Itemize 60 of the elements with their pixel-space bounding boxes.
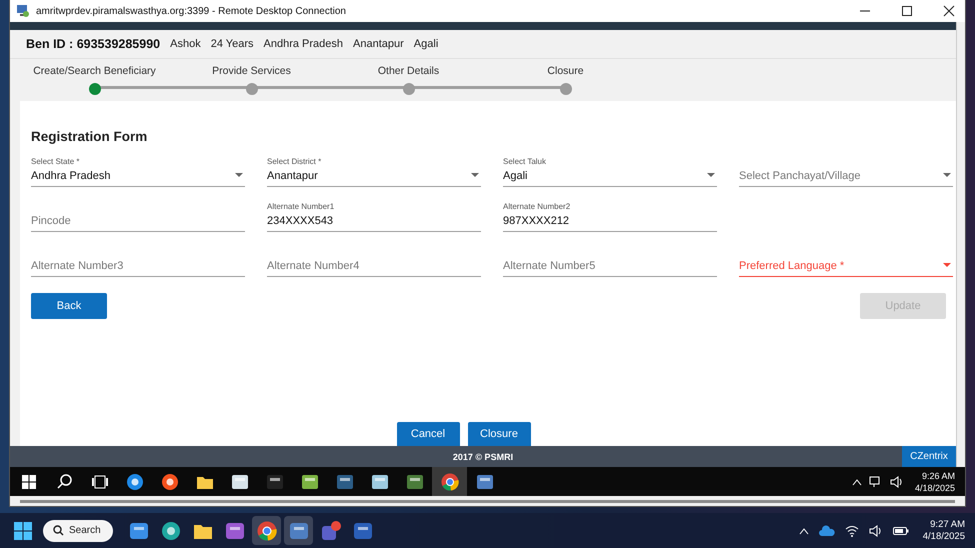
task-view-icon (90, 472, 108, 490)
taskbar-button[interactable] (432, 467, 467, 496)
clock-date[interactable]: 4/18/2025 (914, 482, 955, 494)
taskbar-button[interactable] (252, 516, 281, 545)
beneficiary-detail: Andhra Pradesh (264, 38, 344, 50)
taskbar-button[interactable] (284, 516, 313, 545)
clock-date[interactable]: 4/18/2025 (922, 530, 965, 542)
maximize-button[interactable] (901, 5, 913, 17)
beneficiary-id: Ben ID : 693539285990 (26, 37, 160, 51)
step-marker[interactable] (402, 83, 414, 95)
remote-desktop-icon (16, 4, 30, 18)
input-field[interactable]: Alternate Number3 (31, 240, 245, 277)
volume-icon[interactable] (868, 524, 883, 536)
copyright-text: 2017 © PSMRI (452, 452, 514, 462)
vertical-scrollbar[interactable] (956, 22, 965, 467)
search-icon (53, 525, 64, 536)
step-label: Other Details (378, 65, 440, 77)
step-label: Create/Search Beneficiary (33, 65, 156, 77)
chrome-icon (440, 472, 458, 490)
cloud-icon[interactable] (818, 524, 835, 536)
dropdown-field[interactable]: Select State * Andhra Pradesh (31, 150, 245, 187)
step-marker[interactable] (88, 83, 100, 95)
clock-time[interactable]: 9:27 AM (930, 518, 965, 530)
input-field[interactable]: Pincode (31, 195, 245, 232)
back-button[interactable]: Back (31, 293, 107, 319)
chevron-up-icon[interactable] (852, 478, 862, 486)
search-label: Search (69, 525, 101, 536)
form-title: Registration Form (31, 129, 148, 144)
cancel-button[interactable]: Cancel (396, 422, 460, 446)
step-marker[interactable] (560, 83, 572, 95)
input-field[interactable]: Alternate Number1 234XXXX543 (267, 195, 481, 232)
clock-time[interactable]: 9:26 AM (922, 470, 955, 482)
step-label: Closure (547, 65, 584, 77)
start-button[interactable] (14, 522, 32, 540)
close-button[interactable] (943, 5, 955, 17)
beneficiary-detail: Agali (414, 38, 438, 50)
closure-button[interactable]: Closure (468, 422, 530, 446)
beneficiary-detail: Anantapur (353, 38, 404, 50)
battery-icon[interactable] (892, 526, 909, 536)
dropdown-field[interactable]: Select Panchayat/Village (739, 150, 953, 187)
chrome-icon (256, 520, 276, 540)
brand-label: CZentrix (902, 446, 956, 467)
dropdown-field[interactable]: Select District * Anantapur (267, 150, 481, 187)
wifi-icon[interactable] (844, 524, 859, 536)
beneficiary-detail: Ashok (170, 38, 201, 50)
search-icon (56, 472, 74, 490)
dropdown-field[interactable]: Preferred Language * (739, 240, 953, 277)
window-title: amritwprdev.piramalswasthya.org:3399 - Remote Desktop Connection (36, 6, 346, 16)
input-field[interactable]: Alternate Number4 (267, 240, 481, 277)
start-button[interactable] (22, 474, 36, 488)
step-label: Provide Services (212, 65, 291, 77)
beneficiary-detail: 24 Years (210, 38, 254, 50)
volume-icon[interactable] (890, 476, 904, 488)
input-field[interactable]: Alternate Number2 987XXXX212 (503, 195, 717, 232)
search-box[interactable]: Search (43, 520, 113, 542)
chevron-up-icon[interactable] (798, 526, 809, 534)
dropdown-field[interactable]: Select Taluk Agali (503, 150, 717, 187)
horizontal-scrollbar[interactable] (10, 496, 965, 506)
step-marker[interactable] (246, 83, 258, 95)
input-field[interactable]: Alternate Number5 (503, 240, 717, 277)
